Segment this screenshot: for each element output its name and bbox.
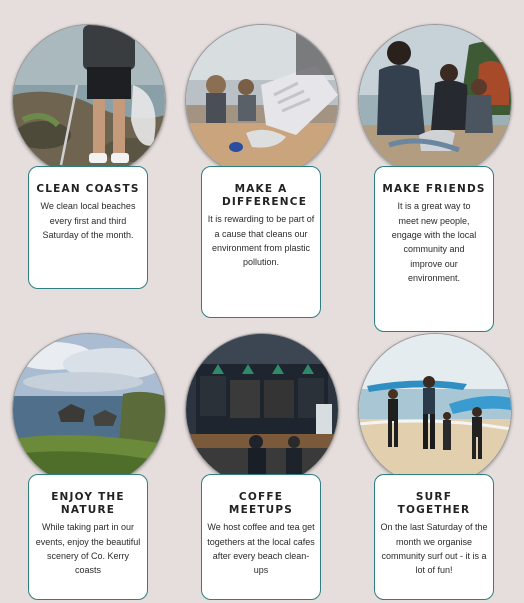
coastline-photo bbox=[12, 333, 166, 487]
gloved-hand-plastic-photo bbox=[185, 24, 339, 178]
card-title: COFFE MEETUPS bbox=[228, 491, 294, 517]
card-title: MAKE FRIENDS bbox=[382, 183, 486, 195]
card-title: ENJOY THE NATURE bbox=[51, 491, 125, 517]
volunteers-group-photo bbox=[358, 24, 512, 178]
cafe-photo bbox=[185, 333, 339, 487]
card-description: While taking part in our events, enjoy t… bbox=[35, 522, 141, 576]
surfers-photo bbox=[358, 333, 512, 487]
card-description: On the last Saturday of the month we org… bbox=[380, 522, 488, 576]
card-text-box: ENJOY THE NATURE While taking part in ou… bbox=[28, 474, 148, 600]
card-description: We clean local beaches every first and t… bbox=[40, 201, 136, 240]
card-description: It is rewarding to be part of a cause th… bbox=[207, 214, 315, 268]
card-title: CLEAN COASTS bbox=[36, 183, 140, 195]
card-description: We host coffee and tea get togethers at … bbox=[207, 522, 315, 576]
card-text-box: COFFE MEETUPS We host coffee and tea get… bbox=[201, 474, 321, 600]
card-text-box: SURF TOGETHER On the last Saturday of th… bbox=[374, 474, 494, 600]
card-text-box: MAKE FRIENDS It is a great way to meet n… bbox=[374, 166, 494, 332]
card-text-box: CLEAN COASTS We clean local beaches ever… bbox=[28, 166, 148, 289]
card-title: SURF TOGETHER bbox=[397, 491, 471, 517]
card-title: MAKE A DIFFERENCE bbox=[222, 183, 308, 209]
beach-cleanup-photo bbox=[12, 24, 166, 178]
card-text-box: MAKE A DIFFERENCE It is rewarding to be … bbox=[201, 166, 321, 318]
card-description: It is a great way to meet new people, en… bbox=[391, 201, 477, 284]
